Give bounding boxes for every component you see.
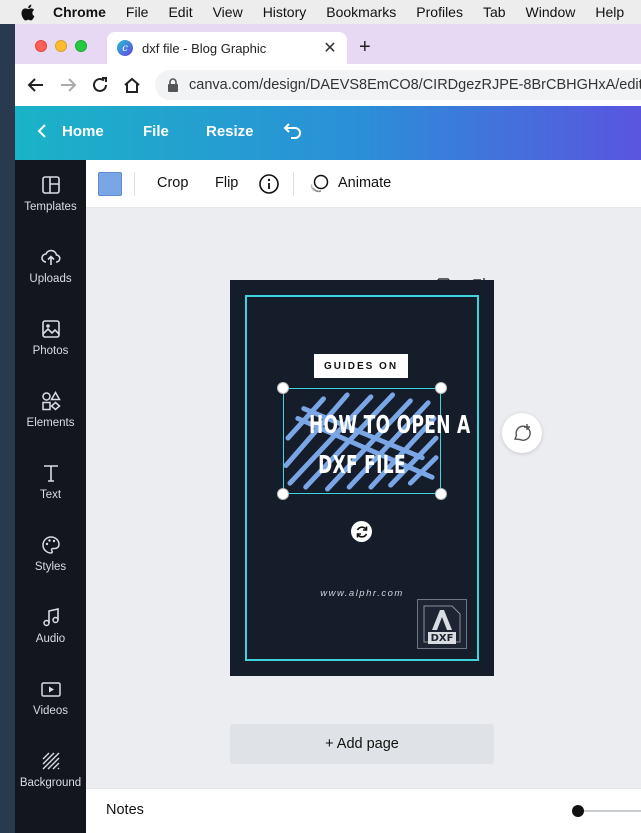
resize-button[interactable]: Resize	[206, 123, 254, 140]
add-page-button[interactable]: + Add page	[230, 724, 494, 764]
zoom-slider-thumb[interactable]	[572, 805, 584, 817]
animate-icon[interactable]	[308, 173, 330, 199]
forward-arrow-icon[interactable]	[57, 74, 79, 96]
color-swatch[interactable]	[98, 172, 122, 196]
sidebar-item-label: Photos	[32, 345, 69, 357]
menu-history[interactable]: History	[263, 4, 307, 20]
sidebar-item-label: Text	[39, 489, 62, 501]
sidebar-item-styles[interactable]: Styles	[15, 534, 86, 598]
flip-button[interactable]: Flip	[215, 175, 238, 191]
home-link[interactable]: Home	[62, 123, 104, 140]
apple-icon[interactable]	[20, 4, 35, 21]
window-minimize-button[interactable]	[55, 40, 67, 52]
dxf-logo[interactable]: DXF	[417, 599, 467, 649]
upload-cloud-icon	[40, 249, 61, 265]
sidebar-item-label: Background	[19, 777, 82, 789]
add-comment-icon[interactable]	[502, 413, 542, 453]
browser-toolbar: canva.com/design/DAEVS8EmCO8/CIRDgezRJPE…	[15, 64, 641, 106]
headline-line-1: HOW TO OPEN A	[308, 410, 471, 439]
video-play-icon	[40, 682, 61, 697]
sidebar-item-label: Uploads	[29, 273, 72, 285]
sidebar-item-videos[interactable]: Videos	[15, 678, 86, 742]
text-t-icon	[43, 465, 58, 482]
crop-button[interactable]: Crop	[157, 175, 188, 191]
canva-favicon-icon: c	[117, 40, 133, 56]
sidebar-item-text[interactable]: Text	[15, 462, 86, 526]
back-arrow-icon[interactable]	[25, 74, 47, 96]
photo-icon	[41, 320, 60, 338]
sidebar-item-elements[interactable]: Elements	[15, 390, 86, 454]
dxf-logo-label: DXF	[430, 633, 454, 644]
resize-handle-top-left[interactable]	[277, 382, 289, 394]
notes-bar: Notes	[86, 788, 641, 833]
menu-file[interactable]: File	[126, 4, 149, 20]
home-icon[interactable]	[121, 74, 143, 96]
address-bar[interactable]: canva.com/design/DAEVS8EmCO8/CIRDgezRJPE…	[155, 70, 641, 100]
sidebar-item-label: Audio	[35, 633, 66, 645]
resize-handle-bottom-left[interactable]	[277, 488, 289, 500]
sidebar-item-background[interactable]: Background	[15, 750, 86, 814]
menu-help[interactable]: Help	[595, 4, 624, 20]
toolbar-divider	[293, 172, 294, 196]
menu-tab[interactable]: Tab	[483, 4, 506, 20]
website-text[interactable]: www.alphr.com	[230, 588, 494, 599]
sidebar-item-templates[interactable]: Templates	[15, 174, 86, 238]
menu-edit[interactable]: Edit	[168, 4, 192, 20]
sidebar-item-label: Styles	[34, 561, 67, 573]
sidebar-item-uploads[interactable]: Uploads	[15, 246, 86, 310]
chevron-left-icon[interactable]	[37, 123, 47, 143]
menu-view[interactable]: View	[213, 4, 243, 20]
headline-text: HOW TO OPEN A DXF FILE	[308, 405, 471, 485]
menu-chrome[interactable]: Chrome	[53, 4, 106, 20]
sidebar-item-label: Templates	[24, 201, 77, 213]
file-menu-button[interactable]: File	[143, 123, 169, 140]
lock-icon	[167, 78, 179, 92]
tab-title: dxf file - Blog Graphic	[142, 40, 267, 56]
window-close-button[interactable]	[35, 40, 47, 52]
menu-profiles[interactable]: Profiles	[416, 4, 463, 20]
notes-button[interactable]: Notes	[106, 802, 144, 818]
sidebar-item-audio[interactable]: Audio	[15, 606, 86, 670]
sidebar-item-label: Elements	[26, 417, 75, 429]
palette-icon	[41, 536, 60, 554]
headline-line-2: DXF FILE	[318, 450, 406, 479]
animate-button[interactable]: Animate	[338, 175, 391, 191]
guides-badge[interactable]: GUIDES ON	[314, 354, 408, 378]
new-tab-button[interactable]: +	[359, 37, 371, 57]
macos-menu-bar: Chrome File Edit View History Bookmarks …	[0, 0, 641, 24]
zoom-slider-track[interactable]	[578, 810, 641, 812]
menu-bookmarks[interactable]: Bookmarks	[326, 4, 396, 20]
menu-window[interactable]: Window	[526, 4, 576, 20]
resize-handle-top-right[interactable]	[435, 382, 447, 394]
editor-sidebar: Templates Uploads Photos Elements Text S…	[15, 160, 86, 833]
templates-icon	[41, 176, 60, 194]
headline-selection-box[interactable]: HOW TO OPEN A DXF FILE	[283, 388, 471, 494]
reload-icon[interactable]	[89, 74, 111, 96]
browser-tab-active[interactable]: c dxf file - Blog Graphic ✕	[107, 32, 347, 64]
shapes-icon	[41, 390, 61, 411]
info-icon[interactable]	[258, 173, 280, 199]
music-note-icon	[42, 608, 59, 627]
tab-close-icon[interactable]: ✕	[323, 38, 337, 58]
hatch-pattern-icon	[42, 752, 59, 770]
sidebar-item-photos[interactable]: Photos	[15, 318, 86, 382]
canva-header: Home File Resize	[15, 106, 641, 160]
resize-handle-bottom-right[interactable]	[435, 488, 447, 500]
canvas-area: GUIDES ON HOW TO OPEN A DXF FILE www.alp…	[86, 208, 641, 814]
tab-strip: c dxf file - Blog Graphic ✕ +	[15, 24, 641, 64]
context-toolbar: Crop Flip Animate	[86, 160, 641, 208]
address-bar-url: canva.com/design/DAEVS8EmCO8/CIRDgezRJPE…	[189, 77, 641, 93]
undo-icon[interactable]	[282, 121, 304, 145]
window-zoom-button[interactable]	[75, 40, 87, 52]
sidebar-item-label: Videos	[33, 705, 68, 717]
browser-window: c dxf file - Blog Graphic ✕ + canva.com/…	[15, 24, 641, 833]
rotate-handle-icon[interactable]	[351, 521, 372, 542]
toolbar-divider	[134, 172, 135, 196]
design-page[interactable]: GUIDES ON HOW TO OPEN A DXF FILE www.alp…	[230, 280, 494, 676]
